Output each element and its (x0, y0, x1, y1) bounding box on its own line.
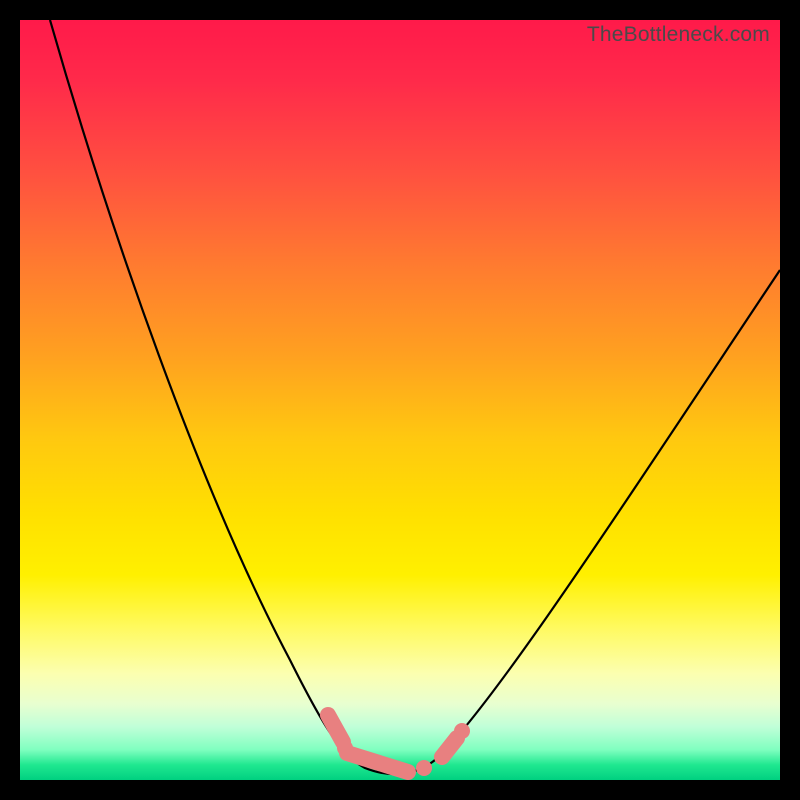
marker-segment-right (442, 738, 457, 757)
marker-segment-bottom (347, 753, 408, 772)
marker-dot-2 (416, 760, 432, 776)
bottleneck-curve (50, 20, 780, 774)
marker-dot-1 (337, 740, 353, 756)
marker-dot-3 (454, 723, 470, 739)
chart-plot-area: TheBottleneck.com (20, 20, 780, 780)
chart-svg (20, 20, 780, 780)
marker-segment-left (328, 715, 343, 742)
